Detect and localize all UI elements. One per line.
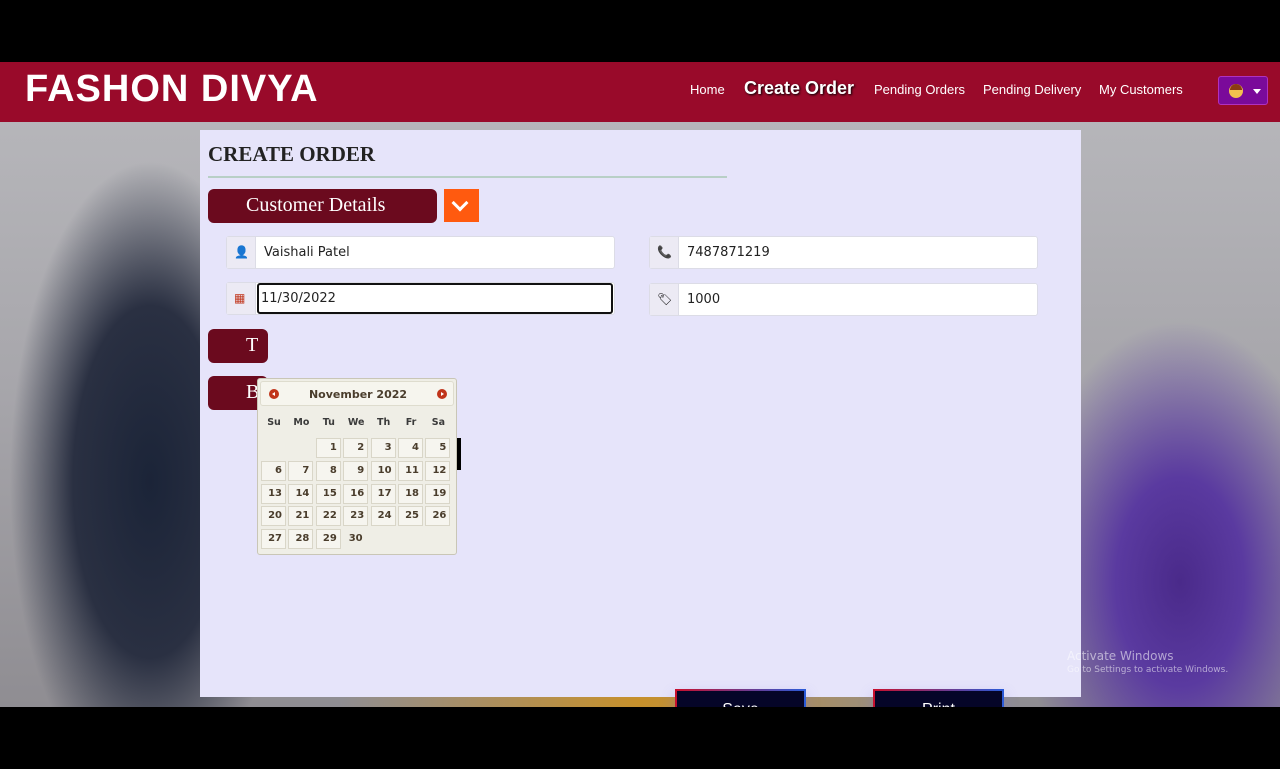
watermark-title: Activate Windows: [1067, 649, 1174, 663]
calendar-day[interactable]: 1: [315, 438, 341, 458]
calendar-day[interactable]: 24: [370, 506, 396, 527]
customer-details-label: Customer Details: [246, 194, 386, 216]
calendar-day[interactable]: 17: [370, 483, 396, 504]
weekday-label: Su: [267, 417, 281, 428]
nav-pending-delivery[interactable]: Pending Delivery: [983, 82, 1081, 97]
phone-icon-addon: 📞: [650, 237, 679, 268]
next-month-icon[interactable]: [437, 389, 447, 399]
weekday-label: We: [347, 417, 365, 428]
amount-input[interactable]: [680, 284, 1036, 315]
page-title: CREATE ORDER: [208, 142, 376, 166]
calendar-day[interactable]: 3: [370, 438, 396, 458]
navbar: FASHON DIVYA Home Create Order Pending O…: [0, 62, 1280, 122]
calendar-day[interactable]: 5: [425, 438, 451, 458]
calendar-day[interactable]: 22: [315, 506, 341, 527]
weekday-label: Mo: [293, 417, 310, 428]
customer-details-toggle[interactable]: [444, 189, 479, 222]
order-date-group: ▦: [226, 282, 615, 315]
datepicker-popup: November 2022 Su Mo Tu We Th Fr Sa 1 2 3 4 5 6 7 8 9 10…: [257, 378, 457, 555]
order-date-input[interactable]: [257, 283, 613, 314]
calendar-day[interactable]: 2: [343, 438, 369, 458]
person-icon-addon: 👤: [227, 237, 256, 268]
second-section-label: T: [246, 334, 259, 356]
calendar-day[interactable]: 21: [288, 506, 314, 527]
calendar-day[interactable]: 28: [288, 529, 314, 550]
weekday-label: Th: [376, 417, 391, 428]
nav-pending-orders[interactable]: Pending Orders: [874, 82, 965, 97]
calendar-day[interactable]: 18: [398, 483, 423, 504]
caret-down-icon: [1253, 89, 1261, 94]
calendar-day[interactable]: 12: [425, 460, 451, 481]
calendar-day[interactable]: 25: [398, 506, 423, 527]
calendar-day[interactable]: 19: [425, 483, 451, 504]
title-divider: [208, 176, 727, 178]
calendar-day[interactable]: 20: [261, 506, 286, 527]
calendar-day[interactable]: 15: [315, 483, 341, 504]
weekday-label: Sa: [431, 417, 446, 428]
calendar-icon-addon: ▦: [227, 283, 256, 314]
customer-name-group: 👤: [226, 236, 615, 269]
calendar-day[interactable]: 10: [370, 460, 396, 481]
print-button[interactable]: Print: [873, 689, 1004, 707]
selected-day[interactable]: 30: [343, 529, 369, 550]
nav-home[interactable]: Home: [690, 82, 725, 97]
weekday-label: Tu: [322, 417, 335, 428]
calendar-day[interactable]: 11: [398, 460, 423, 481]
phone-group: 📞: [649, 236, 1038, 269]
user-avatar-icon: [1229, 84, 1243, 98]
calendar-day[interactable]: 13: [261, 483, 286, 504]
tag-icon: 🏷: [657, 292, 673, 306]
calendar-day[interactable]: 9: [343, 460, 369, 481]
calendar-day[interactable]: 29: [315, 529, 341, 550]
nav-my-customers[interactable]: My Customers: [1099, 82, 1183, 97]
customer-name-input[interactable]: [257, 237, 613, 268]
chevron-down-icon: [451, 194, 469, 212]
calendar-day[interactable]: 26: [425, 506, 451, 527]
tag-icon-addon: 🏷: [650, 284, 679, 315]
calendar-day[interactable]: 8: [315, 460, 341, 481]
amount-group: 🏷: [649, 283, 1038, 316]
nav-create-order[interactable]: Create Order: [744, 78, 854, 99]
input-edge-marker: [457, 438, 461, 470]
datepicker-header: November 2022: [260, 381, 454, 406]
app-screen: FASHON DIVYA Home Create Order Pending O…: [0, 62, 1280, 707]
second-section-button[interactable]: T: [208, 329, 268, 363]
save-button[interactable]: Save: [675, 689, 806, 707]
calendar-day[interactable]: 27: [261, 529, 286, 550]
user-menu-button[interactable]: [1218, 76, 1268, 105]
calendar-day[interactable]: 16: [343, 483, 369, 504]
weekday-label: Fr: [405, 417, 417, 428]
calendar-day[interactable]: 6: [261, 460, 286, 481]
calendar-day[interactable]: 4: [398, 438, 423, 458]
calendar-day[interactable]: 7: [288, 460, 314, 481]
person-icon: 👤: [234, 245, 249, 259]
brand-logo[interactable]: FASHON DIVYA: [25, 68, 319, 111]
calendar-day[interactable]: 14: [288, 483, 314, 504]
calendar-icon: ▦: [234, 291, 246, 305]
phone-icon: 📞: [657, 245, 672, 259]
phone-input[interactable]: [680, 237, 1036, 268]
watermark-subtitle: Go to Settings to activate Windows.: [1067, 665, 1229, 675]
customer-details-section-button[interactable]: Customer Details: [208, 189, 437, 223]
datepicker-month-label: November 2022: [308, 388, 408, 401]
calendar-day[interactable]: 23: [343, 506, 369, 527]
